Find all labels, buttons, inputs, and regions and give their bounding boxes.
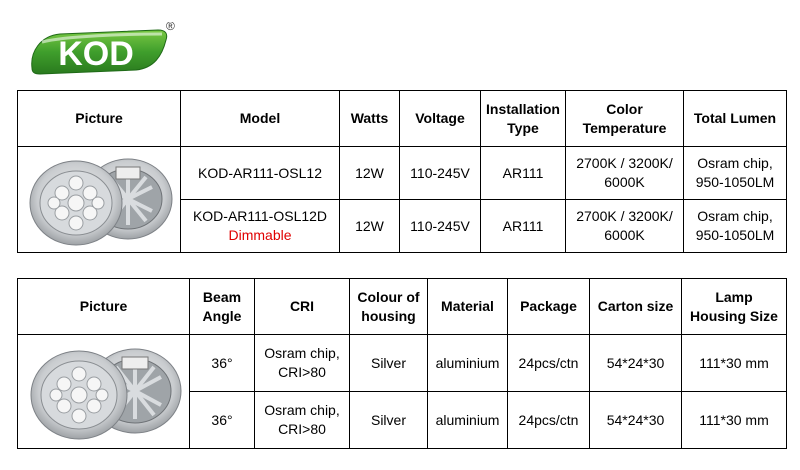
ar111-lamp-image: [29, 158, 173, 246]
lumen-line1: Osram chip,: [697, 155, 773, 171]
header-colour-line1: Colour of: [357, 288, 420, 305]
cri-line1: Osram chip,: [264, 345, 340, 361]
model-name: KOD-AR111-OSL12D: [192, 208, 328, 224]
cct-line1: 2700K / 3200K/: [576, 208, 673, 224]
header-voltage: Voltage: [399, 90, 481, 147]
product-picture-cell: [17, 146, 181, 253]
cri-line2: CRI>80: [278, 364, 326, 380]
table1-header-row: Picture Model Watts Voltage Installation…: [17, 90, 787, 147]
header-color-temperature: Color Temperature: [565, 90, 684, 147]
header-picture: Picture: [17, 278, 190, 335]
lumen-line2: 950-1050LM: [695, 174, 775, 190]
product-picture-cell: [17, 334, 190, 449]
beam-angle-cell: 36°: [189, 391, 255, 449]
header-beam-line2: Angle: [202, 307, 242, 324]
watts-cell: 12W: [339, 199, 400, 253]
header-watts: Watts: [339, 90, 400, 147]
header-total-lumen: Total Lumen: [683, 90, 787, 147]
header-housing-line2: Housing Size: [690, 307, 778, 324]
installation-type-cell: AR111: [480, 146, 566, 200]
voltage-cell: 110-245V: [399, 199, 481, 253]
cri-cell: Osram chip, CRI>80: [254, 391, 350, 449]
cri-line2: CRI>80: [278, 421, 326, 437]
header-color-line1: Color: [606, 100, 643, 117]
total-lumen-cell: Osram chip, 950-1050LM: [683, 199, 787, 253]
spec-table-2: Picture Beam Angle CRI Colour of housing…: [17, 278, 787, 449]
header-installation-line2: Type: [507, 119, 539, 136]
header-housing-line1: Lamp: [715, 288, 753, 305]
colour-cell: Silver: [349, 334, 428, 392]
color-temperature-cell: 2700K / 3200K/ 6000K: [565, 199, 684, 253]
package-cell: 24pcs/ctn: [507, 391, 590, 449]
model-cell: KOD-AR111-OSL12: [180, 146, 340, 200]
total-lumen-cell: Osram chip, 950-1050LM: [683, 146, 787, 200]
table2-header-row: Picture Beam Angle CRI Colour of housing…: [17, 278, 787, 335]
kod-logo: KOD ®: [31, 22, 175, 75]
dimmable-note: Dimmable: [228, 227, 292, 243]
header-color-line2: Temperature: [582, 119, 667, 136]
cri-line1: Osram chip,: [264, 402, 340, 418]
header-beam-line1: Beam: [202, 288, 242, 305]
registered-mark: ®: [166, 22, 175, 33]
header-package: Package: [507, 278, 590, 335]
cct-line1: 2700K / 3200K/: [576, 155, 673, 171]
cri-cell: Osram chip, CRI>80: [254, 334, 350, 392]
watts-cell: 12W: [339, 146, 400, 200]
housing-size-cell: 111*30 mm: [681, 391, 787, 449]
spec-table-1: Picture Model Watts Voltage Installation…: [17, 90, 787, 253]
header-installation-line1: Installation: [486, 100, 560, 117]
header-beam-angle: Beam Angle: [189, 278, 255, 335]
beam-angle-cell: 36°: [189, 334, 255, 392]
voltage-cell: 110-245V: [399, 146, 481, 200]
housing-size-cell: 111*30 mm: [681, 334, 787, 392]
color-temperature-cell: 2700K / 3200K/ 6000K: [565, 146, 684, 200]
header-colour-line2: housing: [361, 307, 416, 324]
table-row: 36° Osram chip, CRI>80 Silver aluminium …: [17, 334, 787, 449]
lumen-line2: 950-1050LM: [695, 227, 775, 243]
cct-line2: 6000K: [604, 174, 645, 190]
material-cell: aluminium: [427, 391, 508, 449]
table-row: KOD-AR111-OSL12 12W 110-245V AR111 2700K…: [17, 146, 787, 253]
carton-size-cell: 54*24*30: [589, 334, 682, 392]
header-installation-type: Installation Type: [480, 90, 566, 147]
logo-wordmark: KOD: [58, 35, 134, 73]
material-cell: aluminium: [427, 334, 508, 392]
model-name: KOD-AR111-OSL12: [198, 164, 322, 181]
model-cell: KOD-AR111-OSL12D Dimmable: [180, 199, 340, 253]
cct-line2: 6000K: [604, 227, 645, 243]
installation-type-cell: AR111: [480, 199, 566, 253]
carton-size-cell: 54*24*30: [589, 391, 682, 449]
header-carton-size: Carton size: [589, 278, 682, 335]
header-picture: Picture: [17, 90, 181, 147]
colour-cell: Silver: [349, 391, 428, 449]
lumen-line1: Osram chip,: [697, 208, 773, 224]
ar111-lamp-image: [30, 348, 181, 440]
header-material: Material: [427, 278, 508, 335]
header-colour-of-housing: Colour of housing: [349, 278, 428, 335]
package-cell: 24pcs/ctn: [507, 334, 590, 392]
header-cri: CRI: [254, 278, 350, 335]
header-lamp-housing-size: Lamp Housing Size: [681, 278, 787, 335]
header-model: Model: [180, 90, 340, 147]
